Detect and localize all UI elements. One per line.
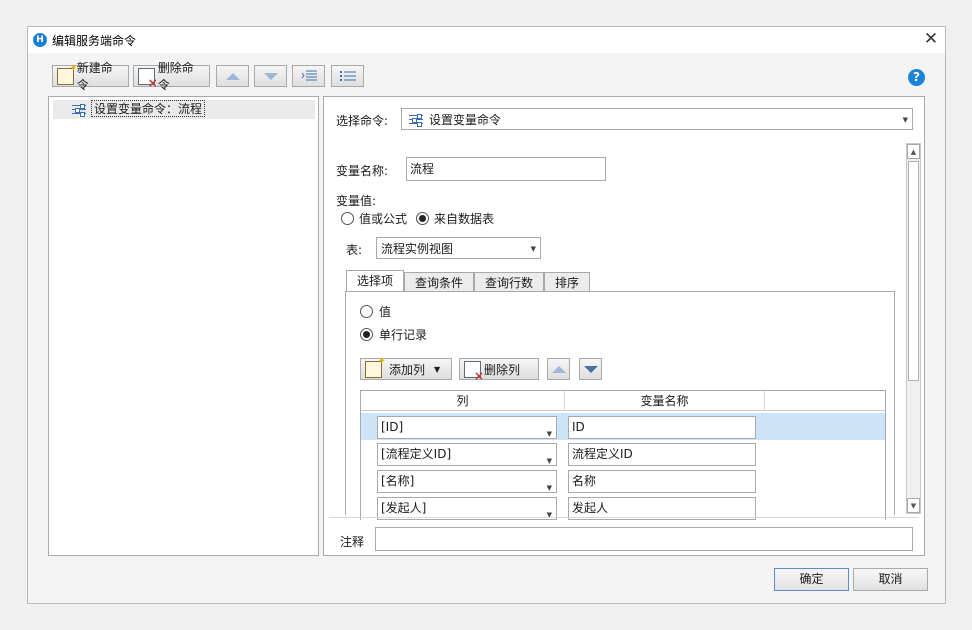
value-radio[interactable] (360, 305, 373, 318)
table-radio-label: 来自数据表 (434, 212, 495, 226)
table-row[interactable]: [名称] ▼ 名称 (361, 467, 885, 494)
chevron-down-icon: ▼ (902, 116, 908, 124)
columns-grid: 列 变量名称 [ID] ▼ ID [流程定义ID] ▼ 流程定义ID [名称] ▼ 名… (360, 390, 886, 520)
arrow-up-icon (551, 365, 566, 373)
delete-column-icon (464, 360, 484, 383)
edit-server-command-dialog: H 编辑服务端命令 ✕ 新建命令 删除命令 ? (27, 26, 946, 604)
app-logo-icon: H (33, 33, 47, 47)
cancel-button[interactable]: 取消 (853, 568, 928, 591)
move-down-button[interactable] (254, 65, 287, 87)
title-bar: H 编辑服务端命令 ✕ (28, 27, 945, 53)
single-row-radio-label: 单行记录 (379, 328, 428, 342)
tab-query-rows[interactable]: 查询行数 (474, 272, 545, 293)
header-column: 列 (361, 391, 565, 411)
tab-selection[interactable]: 选择项 (346, 270, 405, 293)
delete-command-icon (138, 67, 157, 90)
row-column-value: [发起人] (381, 501, 427, 515)
row-column-value: [ID] (381, 420, 404, 434)
tree-item-label: 设置变量命令：流程 (91, 100, 206, 117)
table-radio[interactable] (416, 212, 430, 225)
column-up-button[interactable] (547, 358, 570, 380)
table-label: 表: (346, 243, 363, 257)
tab-sort[interactable]: 排序 (544, 272, 591, 293)
help-icon[interactable]: ? (908, 69, 925, 86)
divider (329, 517, 919, 518)
table-row[interactable]: [ID] ▼ ID (361, 413, 885, 440)
row-name-input[interactable]: ID (568, 416, 756, 439)
row-column-dropdown[interactable]: [ID] ▼ (377, 416, 557, 439)
tree-item[interactable]: 设置变量命令：流程 (53, 100, 315, 119)
new-command-label: 新建命令 (76, 61, 113, 92)
arrow-down-icon (263, 72, 278, 80)
list-icon (339, 71, 356, 81)
indent-icon (301, 70, 317, 81)
new-command-button[interactable]: 新建命令 (52, 61, 129, 92)
value-option: 值 (360, 303, 391, 320)
var-name-label: 变量名称: (336, 164, 389, 178)
var-name-input[interactable]: 流程 (406, 157, 606, 181)
table-value: 流程实例视图 (381, 241, 454, 256)
arrow-up-icon (225, 72, 240, 80)
single-row-option: 单行记录 (360, 326, 427, 343)
tab-query-conditions[interactable]: 查询条件 (404, 272, 475, 293)
list-button[interactable] (331, 65, 364, 87)
add-column-button[interactable]: 添加列 ▼ (360, 356, 452, 380)
add-column-icon (365, 356, 386, 378)
select-command-dropdown[interactable]: 设置变量命令 ▼ (401, 108, 913, 130)
select-command-value: 设置变量命令 (429, 112, 502, 127)
tab-strip: 选择项 查询条件 查询行数 排序 (346, 270, 591, 293)
column-down-button[interactable] (579, 358, 602, 380)
row-column-value: [名称] (381, 474, 415, 488)
row-column-dropdown[interactable]: [流程定义ID] ▼ (377, 443, 557, 466)
note-input[interactable] (375, 527, 913, 551)
grid-header: 列 变量名称 (361, 391, 885, 411)
delete-command-label: 删除命令 (157, 61, 194, 92)
note-label: 注释 (340, 535, 365, 549)
window-title: 编辑服务端命令 (52, 34, 137, 48)
select-command-label: 选择命令: (336, 114, 389, 128)
scroll-down-icon[interactable]: ▼ (907, 498, 920, 513)
row-column-value: [流程定义ID] (381, 447, 452, 461)
formula-radio-label: 值或公式 (359, 212, 408, 226)
header-variable-name: 变量名称 (565, 391, 765, 411)
ok-button[interactable]: 确定 (774, 568, 849, 591)
formula-radio[interactable] (341, 212, 354, 225)
move-up-button[interactable] (216, 65, 249, 87)
table-row[interactable]: [流程定义ID] ▼ 流程定义ID (361, 440, 885, 467)
add-column-label: 添加列 (389, 362, 426, 377)
scroll-thumb[interactable] (908, 161, 919, 381)
single-row-radio[interactable] (360, 328, 373, 341)
var-value-label: 变量值: (336, 194, 377, 208)
value-source-radios: 值或公式 来自数据表 (341, 210, 494, 227)
indent-button[interactable] (292, 65, 325, 87)
command-tree: 设置变量命令：流程 (48, 96, 319, 556)
set-variable-icon (409, 113, 423, 127)
chevron-down-icon: ▼ (530, 245, 536, 253)
arrow-down-icon (583, 365, 598, 373)
delete-column-button[interactable]: 删除列 (459, 358, 539, 383)
delete-column-label: 删除列 (484, 362, 521, 377)
table-dropdown[interactable]: 流程实例视图 ▼ (376, 237, 541, 259)
scroll-up-icon[interactable]: ▲ (907, 144, 920, 159)
new-command-icon (57, 63, 77, 85)
command-editor-panel: 选择命令: 设置变量命令 ▼ ▲ ▼ 变量名称: 流程 变量值: 值或公式 来自… (323, 96, 925, 556)
row-name-input[interactable]: 流程定义ID (568, 443, 756, 466)
value-radio-label: 值 (379, 305, 392, 319)
chevron-down-icon: ▼ (434, 364, 441, 374)
row-column-dropdown[interactable]: [名称] ▼ (377, 470, 557, 493)
close-icon[interactable]: ✕ (921, 29, 941, 49)
panel-scrollbar[interactable]: ▲ ▼ (906, 143, 921, 514)
tab-content: 值 单行记录 添加列 ▼ 删除列 列 (345, 291, 895, 520)
row-name-input[interactable]: 名称 (568, 470, 756, 493)
delete-command-button[interactable]: 删除命令 (133, 61, 210, 92)
